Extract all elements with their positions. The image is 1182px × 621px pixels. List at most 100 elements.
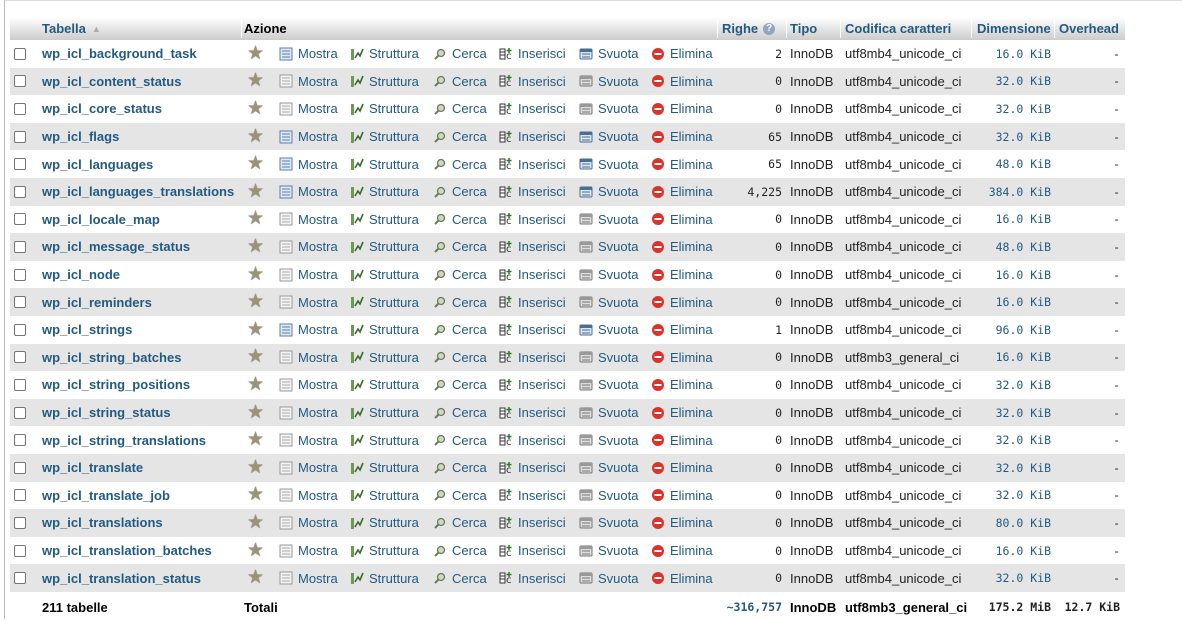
- favorite-star-icon[interactable]: ★: [247, 482, 264, 510]
- table-name-link[interactable]: wp_icl_strings: [42, 316, 132, 344]
- action-inserisci-button[interactable]: c Inserisci: [499, 40, 566, 68]
- row-select[interactable]: [14, 426, 26, 454]
- action-mostra-button[interactable]: Mostra: [279, 344, 338, 372]
- row-select[interactable]: [14, 399, 26, 427]
- action-mostra-button[interactable]: Mostra: [279, 95, 338, 123]
- action-svuota-button[interactable]: Svuota: [579, 509, 638, 537]
- table-size-link[interactable]: 32.0 KiB: [972, 482, 1051, 510]
- action-cerca-button[interactable]: Cerca: [433, 564, 487, 592]
- action-mostra-button[interactable]: Mostra: [279, 564, 338, 592]
- favorite-star-icon[interactable]: ★: [247, 95, 264, 123]
- action-struttura-button[interactable]: Struttura: [350, 288, 419, 316]
- action-mostra-button[interactable]: Mostra: [279, 233, 338, 261]
- action-mostra-button[interactable]: Mostra: [279, 178, 338, 206]
- col-dimensione[interactable]: Dimensione: [977, 17, 1051, 40]
- action-cerca-button[interactable]: Cerca: [433, 233, 487, 261]
- favorite-star-icon[interactable]: ★: [247, 68, 264, 96]
- favorite-star-icon[interactable]: ★: [247, 509, 264, 537]
- action-cerca-button[interactable]: Cerca: [433, 178, 487, 206]
- action-svuota-button[interactable]: Svuota: [579, 206, 638, 234]
- action-elimina-button[interactable]: Elimina: [651, 233, 713, 261]
- table-size-link[interactable]: 48.0 KiB: [972, 233, 1051, 261]
- action-struttura-button[interactable]: Struttura: [350, 371, 419, 399]
- row-checkbox[interactable]: [14, 516, 26, 529]
- row-select[interactable]: [14, 206, 26, 234]
- action-mostra-button[interactable]: Mostra: [279, 537, 338, 565]
- table-size-link[interactable]: 48.0 KiB: [972, 150, 1051, 178]
- favorite-star-icon[interactable]: ★: [247, 371, 264, 399]
- favorite-star-icon[interactable]: ★: [247, 316, 264, 344]
- table-name-link[interactable]: wp_icl_content_status: [42, 68, 181, 96]
- row-checkbox[interactable]: [14, 185, 26, 198]
- table-size-link[interactable]: 16.0 KiB: [972, 261, 1051, 289]
- favorite-star-icon[interactable]: ★: [247, 150, 264, 178]
- action-elimina-button[interactable]: Elimina: [651, 178, 713, 206]
- table-size-link[interactable]: 32.0 KiB: [972, 564, 1051, 592]
- favorite-star-icon[interactable]: ★: [247, 454, 264, 482]
- action-inserisci-button[interactable]: c Inserisci: [499, 68, 566, 96]
- row-checkbox[interactable]: [14, 75, 26, 88]
- row-checkbox[interactable]: [14, 102, 26, 115]
- table-size-link[interactable]: 32.0 KiB: [972, 123, 1051, 151]
- favorite-star-icon[interactable]: ★: [247, 206, 264, 234]
- row-checkbox[interactable]: [14, 323, 26, 336]
- action-mostra-button[interactable]: Mostra: [279, 482, 338, 510]
- action-elimina-button[interactable]: Elimina: [651, 454, 713, 482]
- action-struttura-button[interactable]: Struttura: [350, 68, 419, 96]
- action-cerca-button[interactable]: Cerca: [433, 344, 487, 372]
- favorite-star-icon[interactable]: ★: [247, 40, 264, 68]
- row-select[interactable]: [14, 564, 26, 592]
- row-checkbox[interactable]: [14, 378, 26, 391]
- row-select[interactable]: [14, 123, 26, 151]
- action-struttura-button[interactable]: Struttura: [350, 206, 419, 234]
- action-cerca-button[interactable]: Cerca: [433, 68, 487, 96]
- table-name-link[interactable]: wp_icl_string_batches: [42, 344, 181, 372]
- table-size-link[interactable]: 16.0 KiB: [972, 288, 1051, 316]
- favorite-star-icon[interactable]: ★: [247, 426, 264, 454]
- row-checkbox[interactable]: [14, 489, 26, 502]
- table-size-link[interactable]: 32.0 KiB: [972, 68, 1051, 96]
- action-cerca-button[interactable]: Cerca: [433, 40, 487, 68]
- action-svuota-button[interactable]: Svuota: [579, 123, 638, 151]
- table-size-link[interactable]: 32.0 KiB: [972, 371, 1051, 399]
- col-tabella[interactable]: Tabella ▲: [42, 17, 101, 40]
- table-size-link[interactable]: 32.0 KiB: [972, 95, 1051, 123]
- action-struttura-button[interactable]: Struttura: [350, 95, 419, 123]
- row-select[interactable]: [14, 288, 26, 316]
- row-checkbox[interactable]: [14, 213, 26, 226]
- table-name-link[interactable]: wp_icl_translate_job: [42, 482, 170, 510]
- action-inserisci-button[interactable]: c Inserisci: [499, 454, 566, 482]
- table-size-link[interactable]: 16.0 KiB: [972, 40, 1051, 68]
- col-codifica-label[interactable]: Codifica caratteri: [845, 21, 951, 36]
- row-select[interactable]: [14, 316, 26, 344]
- action-struttura-button[interactable]: Struttura: [350, 399, 419, 427]
- table-size-link[interactable]: 16.0 KiB: [972, 344, 1051, 372]
- row-checkbox[interactable]: [14, 434, 26, 447]
- table-size-link[interactable]: 16.0 KiB: [972, 537, 1051, 565]
- action-struttura-button[interactable]: Struttura: [350, 233, 419, 261]
- action-mostra-button[interactable]: Mostra: [279, 123, 338, 151]
- action-mostra-button[interactable]: Mostra: [279, 371, 338, 399]
- action-cerca-button[interactable]: Cerca: [433, 316, 487, 344]
- row-select[interactable]: [14, 509, 26, 537]
- table-size-link[interactable]: 32.0 KiB: [972, 426, 1051, 454]
- action-cerca-button[interactable]: Cerca: [433, 537, 487, 565]
- action-svuota-button[interactable]: Svuota: [579, 68, 638, 96]
- action-struttura-button[interactable]: Struttura: [350, 40, 419, 68]
- action-struttura-button[interactable]: Struttura: [350, 150, 419, 178]
- table-size-link[interactable]: 384.0 KiB: [972, 178, 1051, 206]
- favorite-star-icon[interactable]: ★: [247, 399, 264, 427]
- action-cerca-button[interactable]: Cerca: [433, 95, 487, 123]
- action-elimina-button[interactable]: Elimina: [651, 206, 713, 234]
- favorite-star-icon[interactable]: ★: [247, 123, 264, 151]
- action-elimina-button[interactable]: Elimina: [651, 261, 713, 289]
- action-struttura-button[interactable]: Struttura: [350, 178, 419, 206]
- action-svuota-button[interactable]: Svuota: [579, 426, 638, 454]
- action-inserisci-button[interactable]: c Inserisci: [499, 178, 566, 206]
- action-svuota-button[interactable]: Svuota: [579, 454, 638, 482]
- action-svuota-button[interactable]: Svuota: [579, 150, 638, 178]
- action-cerca-button[interactable]: Cerca: [433, 261, 487, 289]
- action-struttura-button[interactable]: Struttura: [350, 316, 419, 344]
- col-righe[interactable]: Righe ?: [722, 17, 776, 40]
- action-struttura-button[interactable]: Struttura: [350, 123, 419, 151]
